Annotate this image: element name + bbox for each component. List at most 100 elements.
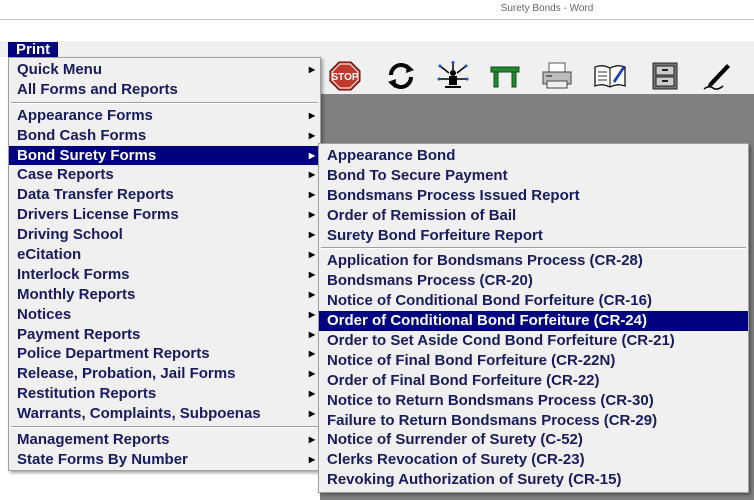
- submenu-arrow-icon: ▶: [308, 210, 315, 220]
- menu-print[interactable]: Print: [8, 42, 59, 57]
- menu-item-release-probation-jail-forms[interactable]: Release, Probation, Jail Forms ▶: [9, 364, 320, 384]
- submenu-arrow-icon: ▶: [308, 349, 315, 359]
- toolbar: STOP: [320, 57, 754, 94]
- menu-item-notice-of-surrender-of-surety-c-52[interactable]: Notice of Surrender of Surety (C-52): [319, 430, 748, 450]
- menu-item-label: eCitation: [17, 246, 82, 264]
- menu-item-order-of-remission-of-bail[interactable]: Order of Remission of Bail: [319, 206, 748, 226]
- menu-item-label: All Forms and Reports: [17, 80, 178, 98]
- menu-item-notice-of-final-bond-forfeiture-cr-22n[interactable]: Notice of Final Bond Forfeiture (CR-22N): [319, 351, 748, 371]
- menu-item-label: Notice of Conditional Bond Forfeiture (C…: [327, 292, 652, 310]
- menu-item-label: Warrants, Complaints, Subpoenas: [17, 405, 261, 423]
- menu-item-label: Release, Probation, Jail Forms: [17, 365, 236, 383]
- menu-item-bondsmans-process-issued-report[interactable]: Bondsmans Process Issued Report: [319, 186, 748, 206]
- network-icon[interactable]: [436, 60, 470, 92]
- refresh-icon[interactable]: [384, 60, 418, 92]
- menu-item-label: Bondsmans Process (CR-20): [327, 272, 533, 290]
- pen-icon[interactable]: [700, 60, 734, 92]
- submenu-arrow-icon: ▶: [308, 65, 315, 74]
- menu-item-label: Drivers License Forms: [17, 206, 179, 224]
- menu-item-revoking-authorization-of-surety-cr-15[interactable]: Revoking Authorization of Surety (CR-15): [319, 470, 748, 490]
- menu-item-label: Monthly Reports: [17, 285, 136, 303]
- menu-item-label: Appearance Forms: [17, 106, 153, 124]
- cabinet-icon[interactable]: [648, 60, 682, 92]
- menu-item-notice-to-return-bondsmans-process-cr-30[interactable]: Notice to Return Bondsmans Process (CR-3…: [319, 391, 748, 411]
- submenu-arrow-icon: ▶: [308, 110, 315, 120]
- submenu-arrow-icon: ▶: [308, 409, 315, 419]
- submenu-arrow-icon: ▶: [308, 435, 315, 445]
- submenu-arrow-icon: ▶: [308, 230, 315, 240]
- menu-item-bondsmans-process-cr-20[interactable]: Bondsmans Process (CR-20): [319, 271, 748, 291]
- menu-item-quick-menu[interactable]: Quick Menu ▶: [9, 60, 320, 80]
- menu-item-label: Restitution Reports: [17, 385, 157, 403]
- menu-item-surety-bond-forfeiture-report[interactable]: Surety Bond Forfeiture Report: [319, 226, 748, 246]
- submenu-arrow-icon: ▶: [308, 289, 315, 299]
- menu-item-failure-to-return-bondsmans-process-cr-29[interactable]: Failure to Return Bondsmans Process (CR-…: [319, 411, 748, 431]
- menu-item-monthly-reports[interactable]: Monthly Reports ▶: [9, 285, 320, 305]
- menu-item-state-forms-by-number[interactable]: State Forms By Number ▶: [9, 450, 320, 470]
- menu-item-all-forms-and-reports[interactable]: All Forms and Reports: [9, 80, 320, 100]
- menu-item-label: Appearance Bond: [327, 147, 456, 164]
- menu-item-notice-of-conditional-bond-forfeiture-cr-16[interactable]: Notice of Conditional Bond Forfeiture (C…: [319, 291, 748, 311]
- menu-item-label: Police Department Reports: [17, 345, 210, 363]
- menu-item-drivers-license-forms[interactable]: Drivers License Forms ▶: [9, 205, 320, 225]
- submenu-arrow-icon: ▶: [308, 454, 315, 464]
- menu-item-order-to-set-aside-cond-bond-forfeiture-cr-21[interactable]: Order to Set Aside Cond Bond Forfeiture …: [319, 331, 748, 351]
- printer-icon[interactable]: [540, 60, 574, 92]
- menu-item-label: Interlock Forms: [17, 265, 130, 283]
- bond-surety-submenu: Appearance Bond Bond To Secure Payment Bon…: [318, 143, 749, 493]
- menu-item-label: Revoking Authorization of Surety (CR-15): [327, 471, 622, 489]
- submenu-arrow-icon: ▶: [308, 389, 315, 399]
- menu-item-clerks-revocation-of-surety-cr-23[interactable]: Clerks Revocation of Surety (CR-23): [319, 450, 748, 470]
- menu-item-warrants-complaints-subpoenas[interactable]: Warrants, Complaints, Subpoenas ▶: [9, 404, 320, 424]
- menu-item-application-for-bondsmans-process-cr-28[interactable]: Application for Bondsmans Process (CR-28…: [319, 251, 748, 271]
- menu-item-label: Bond Cash Forms: [17, 126, 147, 144]
- window-titlebar: Surety Bonds - Word: [0, 0, 754, 20]
- table-icon[interactable]: [488, 60, 522, 92]
- menu-item-label: Payment Reports: [17, 325, 141, 343]
- menu-item-label: Order of Final Bond Forfeiture (CR-22): [327, 371, 600, 389]
- menu-item-label: Order of Conditional Bond Forfeiture (CR…: [327, 312, 647, 330]
- submenu-arrow-icon: ▶: [308, 170, 315, 180]
- menu-item-bond-to-secure-payment[interactable]: Bond To Secure Payment: [319, 166, 748, 186]
- submenu-arrow-icon: ▶: [308, 309, 315, 319]
- window-title: Surety Bonds - Word: [500, 3, 594, 14]
- menu-item-management-reports[interactable]: Management Reports ▶: [9, 430, 320, 450]
- menu-item-police-department-reports[interactable]: Police Department Reports ▶: [9, 344, 320, 364]
- menu-item-interlock-forms[interactable]: Interlock Forms ▶: [9, 265, 320, 285]
- menu-item-label: Notice to Return Bondsmans Process (CR-3…: [327, 391, 654, 409]
- menu-item-label: Bondsmans Process Issued Report: [327, 186, 580, 204]
- submenu-arrow-icon: ▶: [308, 369, 315, 379]
- menu-item-label: Bond To Secure Payment: [327, 166, 508, 184]
- menu-item-label: Bond Surety Forms: [17, 146, 157, 164]
- menu-item-data-transfer-reports[interactable]: Data Transfer Reports ▶: [9, 185, 320, 205]
- menu-item-order-of-final-bond-forfeiture-cr-22[interactable]: Order of Final Bond Forfeiture (CR-22): [319, 371, 748, 391]
- submenu-arrow-icon: ▶: [308, 269, 315, 279]
- submenu-arrow-icon: ▶: [308, 329, 315, 339]
- menu-item-label: Driving School: [17, 226, 123, 244]
- menu-item-notices[interactable]: Notices ▶: [9, 305, 320, 325]
- submenu-arrow-icon: ▶: [308, 150, 315, 160]
- menu-item-appearance-bond[interactable]: Appearance Bond: [319, 146, 748, 166]
- menu-item-ecitation[interactable]: eCitation ▶: [9, 245, 320, 265]
- menu-item-payment-reports[interactable]: Payment Reports ▶: [9, 325, 320, 345]
- menu-item-label: Notice of Surrender of Surety (C-52): [327, 431, 583, 449]
- menu-item-order-of-conditional-bond-forfeiture-cr-24[interactable]: Order of Conditional Bond Forfeiture (CR…: [319, 311, 748, 332]
- menu-item-case-reports[interactable]: Case Reports ▶: [9, 165, 320, 185]
- menu-item-label: Management Reports: [17, 431, 170, 449]
- menu-item-restitution-reports[interactable]: Restitution Reports ▶: [9, 384, 320, 404]
- submenu-arrow-icon: ▶: [308, 130, 315, 140]
- stop-icon[interactable]: STOP: [328, 60, 362, 92]
- menu-item-driving-school[interactable]: Driving School ▶: [9, 225, 320, 245]
- menu-item-label: Order to Set Aside Cond Bond Forfeiture …: [327, 332, 675, 350]
- book-icon[interactable]: [593, 60, 627, 92]
- menu-item-appearance-forms[interactable]: Appearance Forms ▶: [9, 106, 320, 126]
- menu-item-label: Order of Remission of Bail: [327, 206, 517, 224]
- submenu-arrow-icon: ▶: [308, 190, 315, 200]
- menu-item-label: Data Transfer Reports: [17, 186, 174, 204]
- menubar: Print: [0, 41, 754, 57]
- menu-item-label: Notices: [17, 305, 72, 323]
- menu-item-bond-surety-forms[interactable]: Bond Surety Forms ▶: [9, 145, 320, 166]
- menu-item-label: State Forms By Number: [17, 450, 188, 468]
- menu-item-bond-cash-forms[interactable]: Bond Cash Forms ▶: [9, 126, 320, 146]
- menu-item-label: Notice of Final Bond Forfeiture (CR-22N): [327, 351, 616, 369]
